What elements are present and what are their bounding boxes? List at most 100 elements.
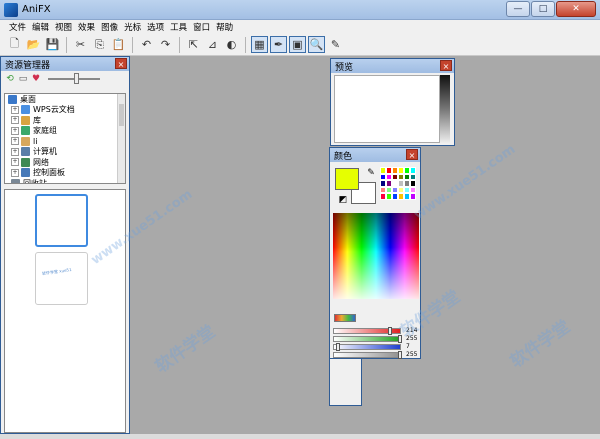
tree-item[interactable]: + 控制面板 bbox=[5, 168, 125, 179]
thumbnail-list: 软件学堂 xue51 bbox=[4, 189, 126, 433]
toolbar-separator bbox=[66, 36, 67, 53]
colors-close-button[interactable]: × bbox=[406, 149, 418, 160]
menu-view[interactable]: 视图 bbox=[52, 21, 75, 33]
folder-icon bbox=[21, 157, 30, 167]
color-swatch[interactable] bbox=[410, 186, 416, 194]
save-icon[interactable]: 💾 bbox=[44, 36, 61, 53]
folder-tree[interactable]: 桌面 + WPS云文档 + 库 + 家庭组 + li + 计算机 + 网络 + 控制面板 回收站 bbox=[4, 93, 126, 184]
eyedropper-icon[interactable]: ✎ bbox=[366, 168, 376, 178]
tree-item[interactable]: + 计算机 bbox=[5, 147, 125, 158]
drive-icon[interactable]: ▭ bbox=[18, 74, 28, 84]
color-mode-icons[interactable] bbox=[334, 314, 356, 322]
window-title: AniFX bbox=[22, 4, 51, 15]
screen-icon[interactable]: ▣ bbox=[289, 36, 306, 53]
menu-image[interactable]: 图像 bbox=[98, 21, 121, 33]
copy-icon[interactable]: ⎘ bbox=[91, 36, 108, 53]
select-icon[interactable]: ⇱ bbox=[185, 36, 202, 53]
tree-item[interactable]: + li bbox=[5, 136, 125, 147]
tree-scroll-thumb[interactable] bbox=[119, 104, 124, 126]
alpha-slider[interactable] bbox=[333, 351, 402, 359]
red-slider[interactable] bbox=[333, 327, 401, 335]
colors-title: 颜色 bbox=[334, 152, 353, 162]
undo-icon[interactable]: ↶ bbox=[138, 36, 155, 53]
cut-icon[interactable]: ✂ bbox=[72, 36, 89, 53]
thumbnail-selected[interactable] bbox=[35, 194, 88, 247]
expand-icon[interactable]: + bbox=[11, 158, 19, 167]
tree-item[interactable]: 回收站 bbox=[5, 178, 125, 184]
menu-window[interactable]: 窗口 bbox=[190, 21, 213, 33]
menu-options[interactable]: 选项 bbox=[144, 21, 167, 33]
preview-close-button[interactable]: × bbox=[440, 60, 452, 71]
green-slider[interactable] bbox=[333, 335, 402, 343]
thumbnail[interactable]: 软件学堂 xue51 bbox=[35, 252, 88, 305]
redo-icon[interactable]: ↷ bbox=[157, 36, 174, 53]
alpha-slider-thumb[interactable] bbox=[398, 351, 402, 359]
toolbar-separator bbox=[132, 36, 133, 53]
explorer-close-button[interactable]: × bbox=[115, 58, 127, 69]
paste-icon[interactable]: 📋 bbox=[110, 36, 127, 53]
folder-icon bbox=[21, 136, 30, 146]
blue-slider-thumb[interactable] bbox=[335, 343, 340, 351]
title-bar: AniFX — □ ✕ bbox=[0, 0, 600, 20]
app-icon bbox=[4, 3, 18, 17]
back-icon[interactable]: ⟲ bbox=[5, 74, 15, 84]
tree-item[interactable]: 桌面 bbox=[5, 94, 125, 105]
menu-edit[interactable]: 编辑 bbox=[29, 21, 52, 33]
explorer-title: 资源管理器 bbox=[5, 61, 51, 71]
thumbnail-size-slider[interactable] bbox=[48, 73, 100, 84]
tree-item[interactable]: + 家庭组 bbox=[5, 126, 125, 137]
tree-item-label: 回收站 bbox=[23, 178, 47, 184]
expand-icon[interactable]: + bbox=[11, 105, 19, 114]
circle-icon[interactable]: ◐ bbox=[223, 36, 240, 53]
expand-icon[interactable]: + bbox=[11, 126, 19, 135]
expand-icon[interactable]: + bbox=[11, 168, 19, 177]
close-button[interactable]: ✕ bbox=[556, 1, 596, 17]
open-icon[interactable]: 📂 bbox=[25, 36, 42, 53]
expand-icon[interactable]: + bbox=[11, 116, 19, 125]
preview-panel: 预览 × bbox=[330, 58, 455, 146]
tree-item-label: li bbox=[33, 136, 38, 146]
preview-title: 预览 bbox=[335, 63, 354, 73]
slider-thumb[interactable] bbox=[74, 73, 79, 84]
green-slider-thumb[interactable] bbox=[398, 335, 402, 343]
minimize-button[interactable]: — bbox=[506, 1, 530, 17]
colors-header: 颜色 × bbox=[330, 148, 420, 162]
favorite-icon[interactable]: ♥ bbox=[31, 74, 41, 84]
window-controls: — □ ✕ bbox=[506, 1, 596, 17]
expand-icon[interactable]: + bbox=[11, 137, 19, 146]
tree-item-label: 库 bbox=[33, 115, 41, 125]
tree-item-label: WPS云文档 bbox=[33, 105, 75, 115]
color-swatch[interactable] bbox=[410, 193, 416, 200]
maximize-button[interactable]: □ bbox=[531, 1, 555, 17]
color-spectrum[interactable] bbox=[333, 213, 419, 299]
tools-icon[interactable]: ✒ bbox=[270, 36, 287, 53]
color-swatch[interactable] bbox=[410, 173, 416, 181]
menu-tools[interactable]: 工具 bbox=[167, 21, 190, 33]
crop-icon[interactable]: ⊿ bbox=[204, 36, 221, 53]
color-swatch[interactable] bbox=[410, 167, 416, 174]
current-color-box[interactable] bbox=[335, 168, 359, 190]
menu-file[interactable]: 文件 bbox=[6, 21, 29, 33]
menu-cursor[interactable]: 光标 bbox=[121, 21, 144, 33]
red-slider-thumb[interactable] bbox=[387, 327, 392, 335]
colors-panel-extension bbox=[329, 359, 362, 406]
expand-icon[interactable]: + bbox=[11, 147, 19, 156]
menu-help[interactable]: 帮助 bbox=[213, 21, 236, 33]
tree-item[interactable]: + WPS云文档 bbox=[5, 105, 125, 116]
preview-canvas bbox=[334, 75, 440, 143]
toolbar: 🗋 📂 💾 ✂ ⎘ 📋 ↶ ↷ ⇱ ⊿ ◐ ▦ ✒ ▣ 🔍 ✎ bbox=[0, 34, 600, 56]
color-swatch[interactable] bbox=[410, 180, 416, 187]
blue-slider[interactable] bbox=[333, 343, 401, 351]
folder-icon bbox=[8, 94, 17, 104]
tree-item[interactable]: + 库 bbox=[5, 115, 125, 126]
new-icon[interactable]: 🗋 bbox=[6, 36, 23, 53]
tree-scrollbar[interactable] bbox=[117, 94, 125, 183]
folder-icon bbox=[21, 105, 30, 115]
grid-icon[interactable]: ▦ bbox=[251, 36, 268, 53]
menu-effects[interactable]: 效果 bbox=[75, 21, 98, 33]
swap-colors-icon[interactable]: ◩ bbox=[338, 195, 348, 205]
zoom-icon[interactable]: 🔍 bbox=[308, 36, 325, 53]
brush-icon[interactable]: ✎ bbox=[327, 36, 344, 53]
tree-item[interactable]: + 网络 bbox=[5, 157, 125, 168]
preview-gradient bbox=[440, 75, 450, 143]
